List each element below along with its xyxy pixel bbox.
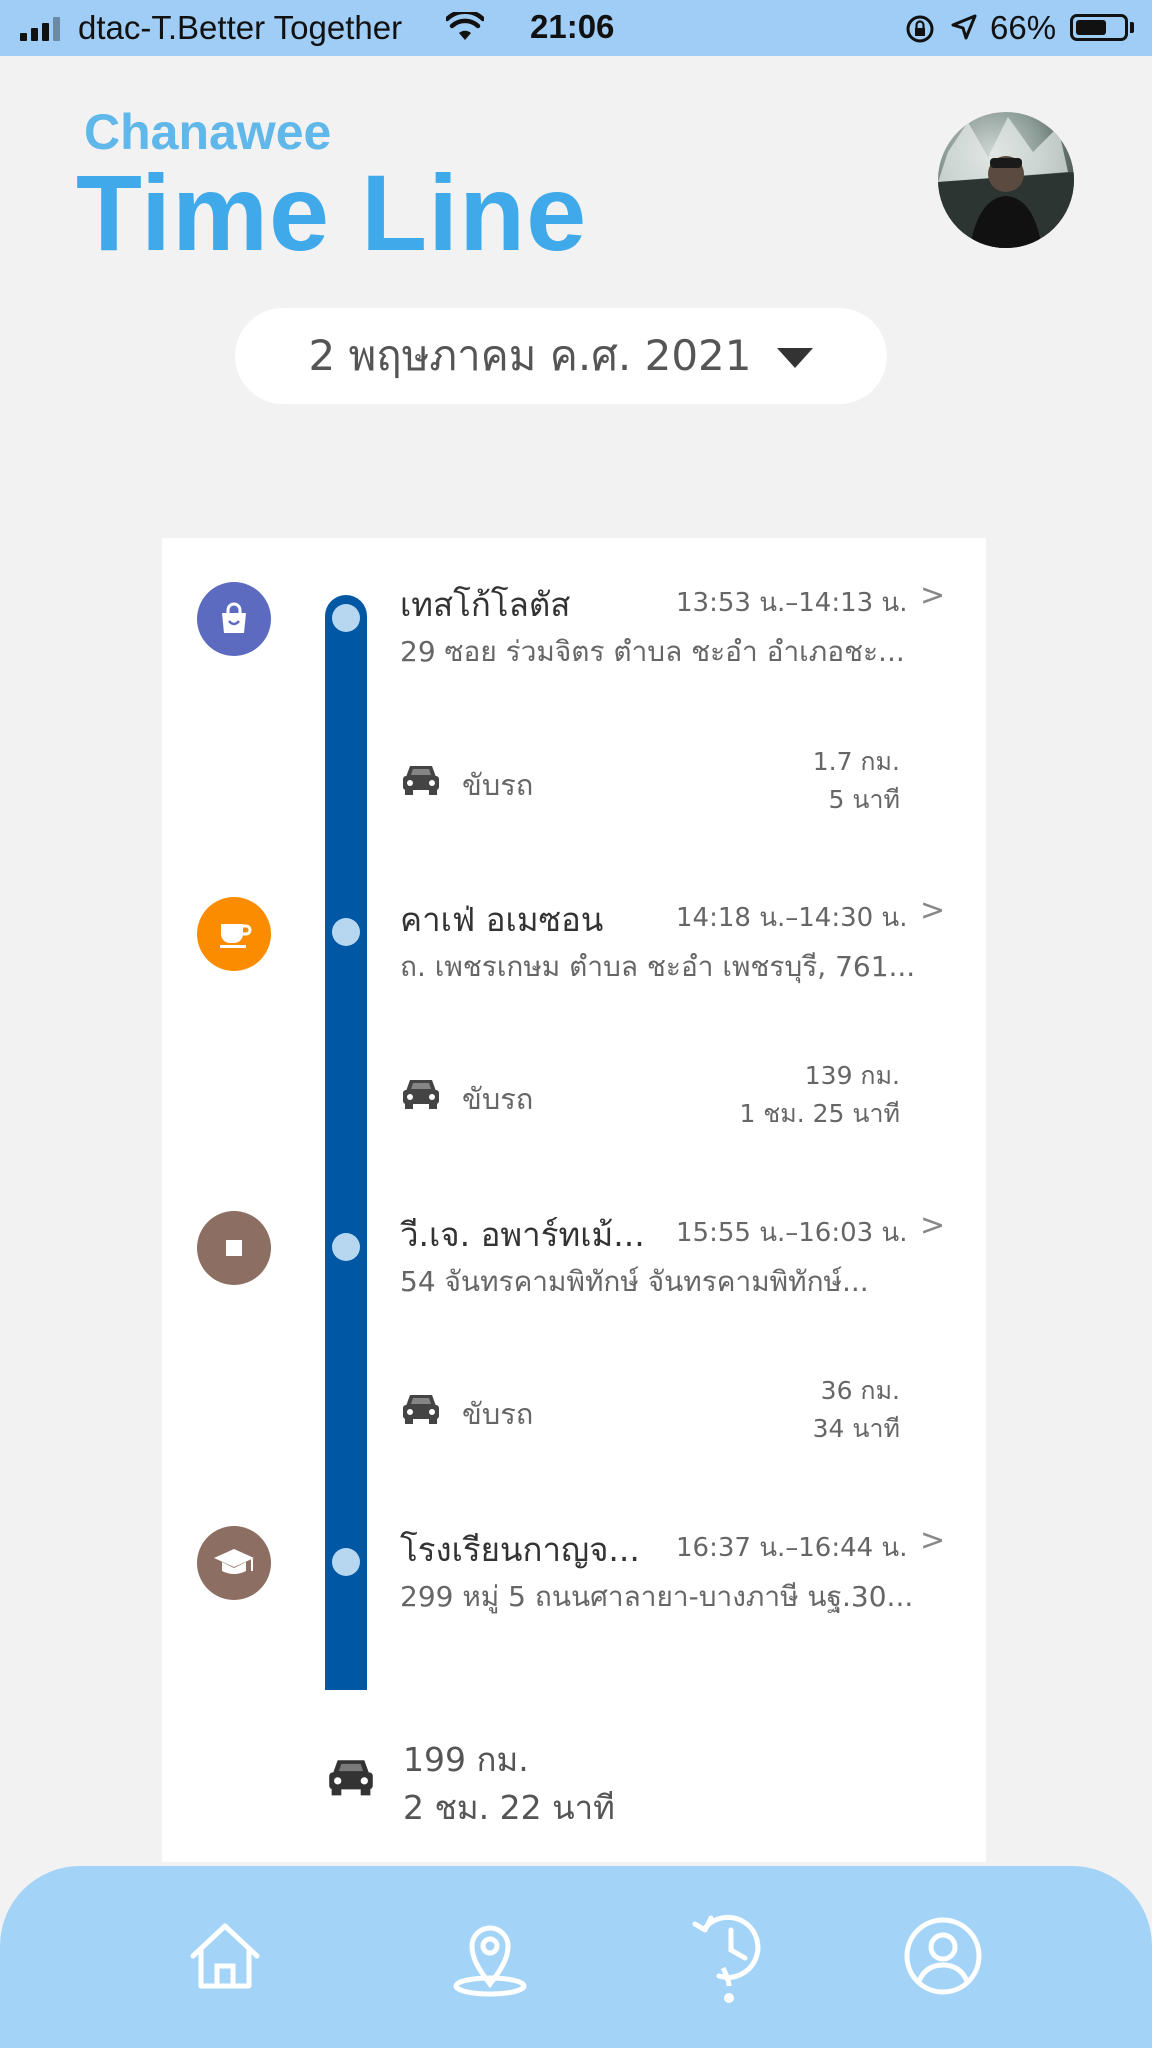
nav-home-button[interactable]	[180, 1906, 270, 2006]
timeline-rail	[325, 595, 367, 1690]
nav-history-button[interactable]	[684, 1906, 774, 2006]
timeline-dot	[332, 918, 360, 946]
place-time: 16:37 น.–16:44 น.	[676, 1533, 908, 1563]
chevron-right-icon: >	[920, 893, 946, 928]
coffee-cup-icon	[197, 897, 271, 971]
battery-icon	[1070, 14, 1128, 41]
rotation-lock-icon	[906, 15, 934, 43]
place-name: คาเฟ่ อเมซอน	[400, 900, 604, 939]
caret-down-icon	[777, 348, 814, 368]
place-time: 15:55 น.–16:03 น.	[676, 1218, 908, 1248]
location-arrow-icon	[951, 14, 977, 40]
travel-mode: ขับรถ	[462, 1397, 534, 1431]
battery-tip	[1130, 22, 1134, 33]
travel-duration: 5 นาที	[828, 785, 900, 814]
carrier-name: dtac-T.Better Together	[78, 9, 403, 46]
travel-mode: ขับรถ	[462, 768, 534, 802]
battery-percent: 66%	[990, 9, 1057, 46]
place-address: 29 ซอย ร่วมจิตร ตำบล ชะอำ อำเภอชะ...	[400, 635, 905, 668]
place-address: 299 หมู่ 5 ถนนศาลายา-บางภาษี นฐ.30...	[400, 1580, 914, 1613]
place-time: 13:53 น.–14:13 น.	[676, 588, 908, 618]
stop-square-icon	[197, 1211, 271, 1285]
date-label: 2 พฤษภาคม ค.ศ. 2021	[308, 331, 752, 380]
travel-segment-3[interactable]: ขับรถ 36 กม. 34 นาที	[400, 1371, 900, 1451]
travel-duration: 1 ชม. 25 นาที	[739, 1099, 900, 1128]
page-title: Time Line	[76, 152, 588, 273]
car-icon	[329, 1760, 373, 1796]
profile-icon	[904, 1917, 982, 1995]
graduation-cap-icon	[197, 1526, 271, 1600]
travel-mode: ขับรถ	[462, 1082, 534, 1116]
nav-profile-button[interactable]	[898, 1906, 988, 2006]
timeline-dot	[332, 1548, 360, 1576]
bottom-nav	[0, 1866, 1152, 2048]
clock: 21:06	[530, 8, 615, 45]
timeline-dot	[332, 1233, 360, 1261]
travel-duration: 34 นาที	[812, 1414, 900, 1443]
place-address: 54 จันทรคามพิทักษ์ จันทรคามพิทักษ์...	[400, 1265, 869, 1298]
chevron-right-icon: >	[920, 578, 946, 613]
location-pin-icon	[453, 1925, 527, 1997]
shopping-bag-icon	[197, 582, 271, 656]
place-address: ถ. เพชรเกษม ตำบล ชะอำ เพชรบุรี, 761...	[400, 950, 916, 983]
wifi-icon	[446, 12, 484, 40]
car-icon	[403, 1080, 439, 1109]
place-name: เทสโก้โลตัส	[400, 585, 571, 624]
date-selector[interactable]: 2 พฤษภาคม ค.ศ. 2021	[235, 308, 887, 404]
car-icon	[403, 766, 439, 795]
place-name: วี.เจ. อพาร์ทเม้...	[400, 1215, 645, 1254]
travel-distance: 139 กม.	[804, 1061, 900, 1090]
signal-strength-icon	[20, 17, 60, 41]
place-name: โรงเรียนกาญจ...	[400, 1530, 640, 1569]
status-bar: dtac-T.Better Together 21:06 66%	[0, 0, 1152, 56]
chevron-right-icon: >	[920, 1208, 946, 1243]
home-icon	[190, 1923, 260, 1989]
nav-location-button[interactable]	[445, 1906, 535, 2006]
chevron-right-icon: >	[920, 1523, 946, 1558]
history-icon	[692, 1914, 761, 2003]
total-duration: 2 ชม. 22 นาที	[403, 1788, 615, 1827]
timeline-card	[162, 538, 986, 1862]
travel-distance: 1.7 กม.	[812, 747, 900, 776]
travel-segment-2[interactable]: ขับรถ 139 กม. 1 ชม. 25 นาที	[400, 1056, 900, 1136]
travel-distance: 36 กม.	[820, 1376, 900, 1405]
place-time: 14:18 น.–14:30 น.	[676, 903, 908, 933]
timeline-dot	[332, 604, 360, 632]
travel-segment-1[interactable]: ขับรถ 1.7 กม. 5 นาที	[400, 742, 900, 822]
avatar[interactable]	[938, 112, 1074, 248]
total-distance: 199 กม.	[403, 1740, 529, 1779]
car-icon	[403, 1395, 439, 1424]
avatar-photo	[938, 117, 1074, 248]
